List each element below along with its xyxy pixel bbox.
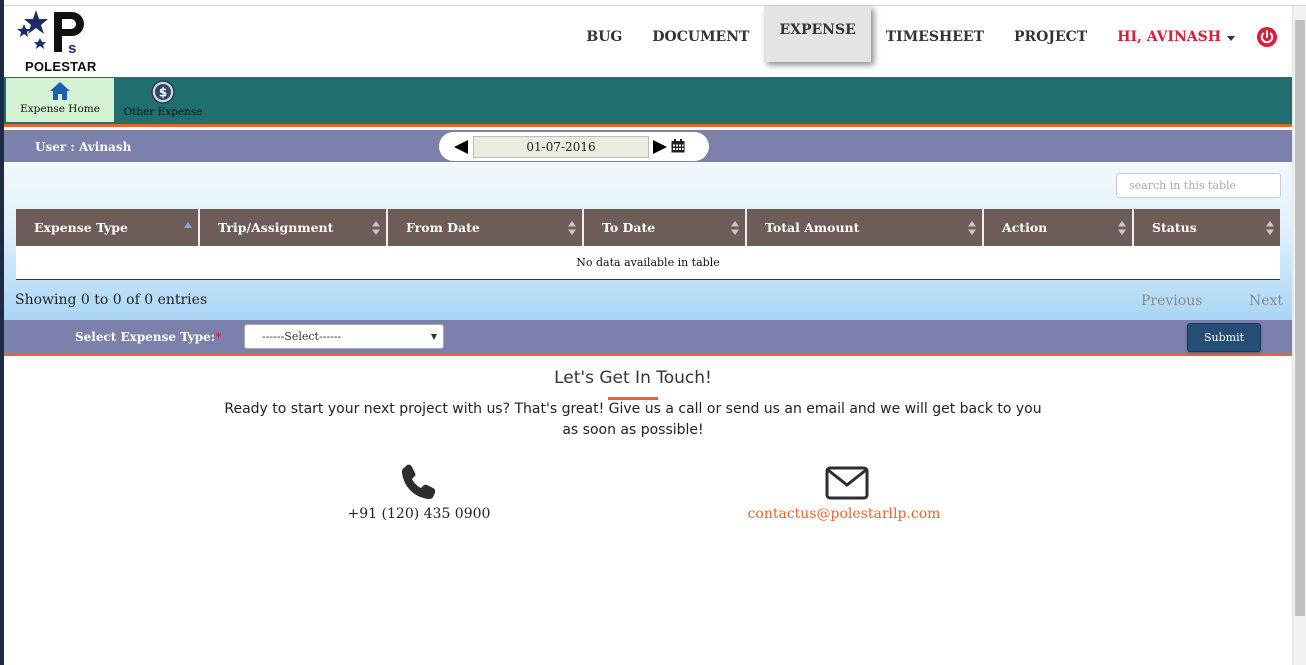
logo-mark-icon: s [17,10,84,57]
date-navigator [439,132,709,161]
sort-icon [372,221,380,235]
expense-type-bar: Select Expense Type:* ------Select------… [4,320,1292,356]
nav-bug[interactable]: BUG [571,12,637,62]
svg-text:s: s [68,40,76,57]
phone-icon [402,464,435,499]
table-row: No data available in table [16,246,1280,280]
date-field[interactable] [473,136,649,158]
required-marker: * [215,330,222,344]
nav-expense[interactable]: EXPENSE [764,6,871,62]
previous-date-arrow-icon[interactable] [454,140,468,154]
calendar-icon[interactable] [671,139,685,153]
envelope-icon [825,466,869,500]
other-expense-button[interactable]: $ Other Expense [120,77,206,121]
nav-timesheet[interactable]: TIMESHEET [871,12,999,62]
column-header-to-date[interactable]: To Date [583,209,747,246]
column-header-from-date[interactable]: From Date [387,209,584,246]
dollar-coin-icon: $ [151,80,175,104]
user-menu[interactable]: HI, AVINASH [1102,12,1250,62]
other-expense-label: Other Expense [123,106,203,118]
contact-text: Ready to start your next project with us… [224,401,1042,438]
site-header: s POLESTAR BUG DOCUMENT EXPENSE TIMESHEE… [4,6,1292,77]
sort-ascending-icon [184,222,192,228]
sort-icon [1266,221,1274,235]
empty-table-message: No data available in table [16,246,1280,280]
sort-icon [568,221,576,235]
column-header-expense-type[interactable]: Expense Type [16,209,200,246]
expense-type-selected: ------Select------ [262,330,342,343]
home-icon [50,82,70,100]
chevron-down-icon [431,334,437,340]
expense-home-label: Expense Home [20,103,100,115]
chevron-down-icon [1227,35,1235,41]
expense-table-panel: Expense Type Trip/Assignment From Date T… [4,162,1292,320]
contact-title: Let's Get In Touch! [554,368,712,388]
sort-icon [1118,221,1126,235]
polestar-logo[interactable]: s POLESTAR [14,8,97,74]
sort-icon [968,221,976,235]
table-info: Showing 0 to 0 of 0 entries [15,292,208,308]
submit-button[interactable]: Submit [1187,323,1261,352]
user-label: User : Avinash [35,140,132,154]
scrollbar-thumb[interactable] [1295,20,1305,616]
next-page-button[interactable]: Next [1249,293,1283,309]
expense-type-label: Select Expense Type:* [75,330,222,344]
expense-toolbar: Expense Home $ Other Expense [4,77,1292,127]
contact-section: Let's Get In Touch! Ready to start your … [4,359,1292,665]
table-header-row: Expense Type Trip/Assignment From Date T… [16,209,1280,246]
power-icon[interactable] [1256,26,1278,48]
contact-email-link[interactable]: contactus@polestarllp.com [744,506,944,522]
main-nav: BUG DOCUMENT EXPENSE TIMESHEET PROJECT H… [571,6,1292,68]
expense-home-button[interactable]: Expense Home [6,78,114,122]
svg-text:$: $ [159,86,167,100]
brand-name: POLESTAR [25,59,97,74]
previous-page-button[interactable]: Previous [1141,293,1202,309]
next-date-arrow-icon[interactable] [653,140,667,154]
user-date-bar: User : Avinash [4,130,1292,162]
nav-document[interactable]: DOCUMENT [637,12,764,62]
page-scrollbar[interactable] [1292,6,1306,665]
column-header-trip-assignment[interactable]: Trip/Assignment [199,209,388,246]
column-header-action[interactable]: Action [983,209,1134,246]
expense-table: Expense Type Trip/Assignment From Date T… [16,209,1280,280]
column-header-total-amount[interactable]: Total Amount [746,209,984,246]
sort-icon [731,221,739,235]
column-header-status[interactable]: Status [1133,209,1280,246]
nav-project[interactable]: PROJECT [999,12,1102,62]
contact-phone: +91 (120) 435 0900 [347,506,491,522]
user-greeting: HI, AVINASH [1117,29,1221,45]
expense-type-select[interactable]: ------Select------ [244,324,444,349]
table-search-input[interactable] [1116,173,1281,198]
